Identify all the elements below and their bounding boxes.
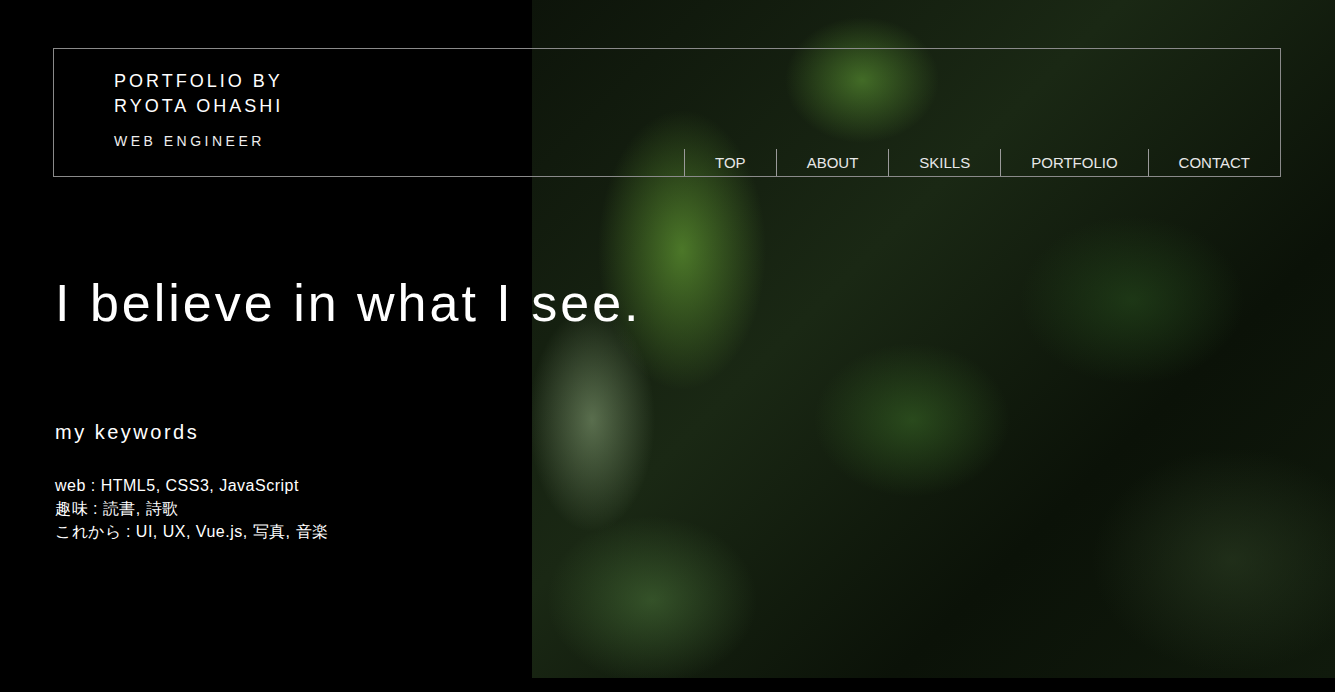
keyword-line: 趣味 : 読書, 詩歌	[55, 497, 1335, 520]
brand-subtitle: WEB ENGINEER	[114, 131, 283, 152]
brand-title[interactable]: PORTFOLIO BY	[114, 69, 283, 94]
keyword-line: これから : UI, UX, Vue.js, 写真, 音楽	[55, 520, 1335, 543]
nav-item[interactable]: ABOUT	[776, 149, 889, 176]
nav-item[interactable]: PORTFOLIO	[1000, 149, 1147, 176]
nav-item[interactable]: TOP	[684, 149, 776, 176]
brand-title[interactable]: RYOTA OHASHI	[114, 94, 283, 119]
brand[interactable]: PORTFOLIO BYRYOTA OHASHI WEB ENGINEER	[54, 49, 283, 176]
keywords-section: my keywords web : HTML5, CSS3, JavaScript…	[55, 418, 1335, 543]
nav-item[interactable]: SKILLS	[888, 149, 1000, 176]
main-nav: TOPABOUTSKILLSPORTFOLIOCONTACT	[684, 149, 1280, 176]
page: PORTFOLIO BYRYOTA OHASHI WEB ENGINEER TOPA…	[0, 0, 1335, 692]
header-box: PORTFOLIO BYRYOTA OHASHI WEB ENGINEER TOPA…	[53, 48, 1281, 177]
hero-photo	[532, 0, 1335, 678]
keyword-line: web : HTML5, CSS3, JavaScript	[55, 474, 1335, 497]
keywords-list: web : HTML5, CSS3, JavaScript趣味 : 読書, 詩歌…	[55, 474, 1335, 543]
keywords-heading: my keywords	[55, 418, 1335, 446]
headline: I believe in what I see.	[55, 272, 1335, 334]
nav-item[interactable]: CONTACT	[1148, 149, 1280, 176]
